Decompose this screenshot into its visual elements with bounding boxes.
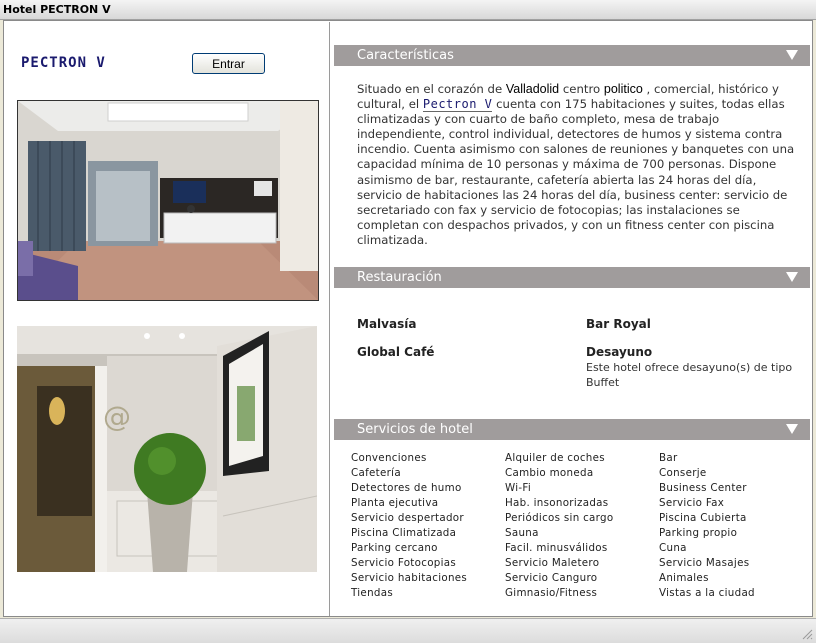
breakfast-note: Este hotel ofrece desayuno(s) de tipo Bu… <box>586 361 793 389</box>
service-item: Servicio Fotocopias <box>351 557 457 569</box>
desc-text-2: centro <box>559 82 604 96</box>
service-item: Facil. minusválidos <box>505 542 608 554</box>
service-item: Cuna <box>659 542 687 554</box>
corridor-photo: @ <box>17 326 317 572</box>
service-item: Servicio habitaciones <box>351 572 468 584</box>
service-item: Cambio moneda <box>505 467 594 479</box>
service-item: Tiendas <box>351 587 394 599</box>
chevron-down-icon[interactable] <box>786 423 798 435</box>
restaurant-malvasia: Malvasía <box>357 317 417 331</box>
svg-text:@: @ <box>103 400 131 433</box>
enter-button[interactable]: Entrar <box>192 53 265 74</box>
hotel-name-inline: Pectron V <box>422 97 493 113</box>
features-description: Situado en el corazón de Valladolid cent… <box>357 82 805 248</box>
service-item: Piscina Climatizada <box>351 527 457 539</box>
services-column-1: Convenciones Cafetería Detectores de hum… <box>351 451 467 601</box>
desc-text-4: cuenta con 175 habitaciones y suites, to… <box>357 97 795 247</box>
section-header-dining[interactable]: Restauración <box>334 267 810 288</box>
window-titlebar: Hotel PECTRON V <box>0 0 816 20</box>
service-item: Gimnasio/Fitness <box>505 587 598 599</box>
restaurant-bar-royal: Bar Royal <box>586 317 651 331</box>
section-title-services: Servicios de hotel <box>357 422 473 437</box>
service-item: Parking propio <box>659 527 738 539</box>
section-title-dining: Restauración <box>357 270 442 285</box>
service-item: Cafetería <box>351 467 401 479</box>
hotel-brand-logo: PECTRON V <box>21 55 106 71</box>
service-item: Animales <box>659 572 709 584</box>
service-item: Wi-Fi <box>505 482 532 494</box>
lobby-photo <box>17 100 319 301</box>
services-column-3: Bar Conserje Business Center Servicio Fa… <box>659 451 755 601</box>
service-item: Servicio Canguro <box>505 572 598 584</box>
service-item: Business Center <box>659 482 747 494</box>
service-item: Vistas a la ciudad <box>659 587 755 599</box>
service-item: Parking cercano <box>351 542 438 554</box>
service-item: Bar <box>659 452 678 464</box>
corridor-image: @ <box>17 326 317 572</box>
section-header-features[interactable]: Características <box>334 45 810 66</box>
chevron-down-icon[interactable] <box>786 49 798 61</box>
restaurant-desayuno: Desayuno <box>586 345 653 359</box>
service-item: Sauna <box>505 527 539 539</box>
service-item: Piscina Cubierta <box>659 512 747 524</box>
column-divider <box>329 22 330 616</box>
section-title-features: Características <box>357 48 454 63</box>
city-name: Valladolid <box>505 82 560 96</box>
lobby-image <box>18 101 318 300</box>
services-column-2: Alquiler de coches Cambio moneda Wi-Fi H… <box>505 451 613 601</box>
restaurant-global-cafe: Global Café <box>357 345 435 359</box>
desc-text-1: Situado en el corazón de <box>357 82 506 96</box>
service-item: Servicio despertador <box>351 512 464 524</box>
service-item: Planta ejecutiva <box>351 497 439 509</box>
chevron-down-icon[interactable] <box>786 271 798 283</box>
resize-grip-icon[interactable] <box>801 628 813 640</box>
service-item: Convenciones <box>351 452 427 464</box>
status-bar <box>0 618 816 643</box>
section-header-services[interactable]: Servicios de hotel <box>334 419 810 440</box>
service-item: Conserje <box>659 467 707 479</box>
politico-text: politico <box>603 82 643 96</box>
service-item: Detectores de humo <box>351 482 462 494</box>
service-item: Hab. insonorizadas <box>505 497 609 509</box>
window-title: Hotel PECTRON V <box>3 3 111 16</box>
service-item: Periódicos sin cargo <box>505 512 614 524</box>
service-item: Servicio Masajes <box>659 557 750 569</box>
service-item: Alquiler de coches <box>505 452 605 464</box>
service-item: Servicio Maletero <box>505 557 600 569</box>
service-item: Servicio Fax <box>659 497 725 509</box>
